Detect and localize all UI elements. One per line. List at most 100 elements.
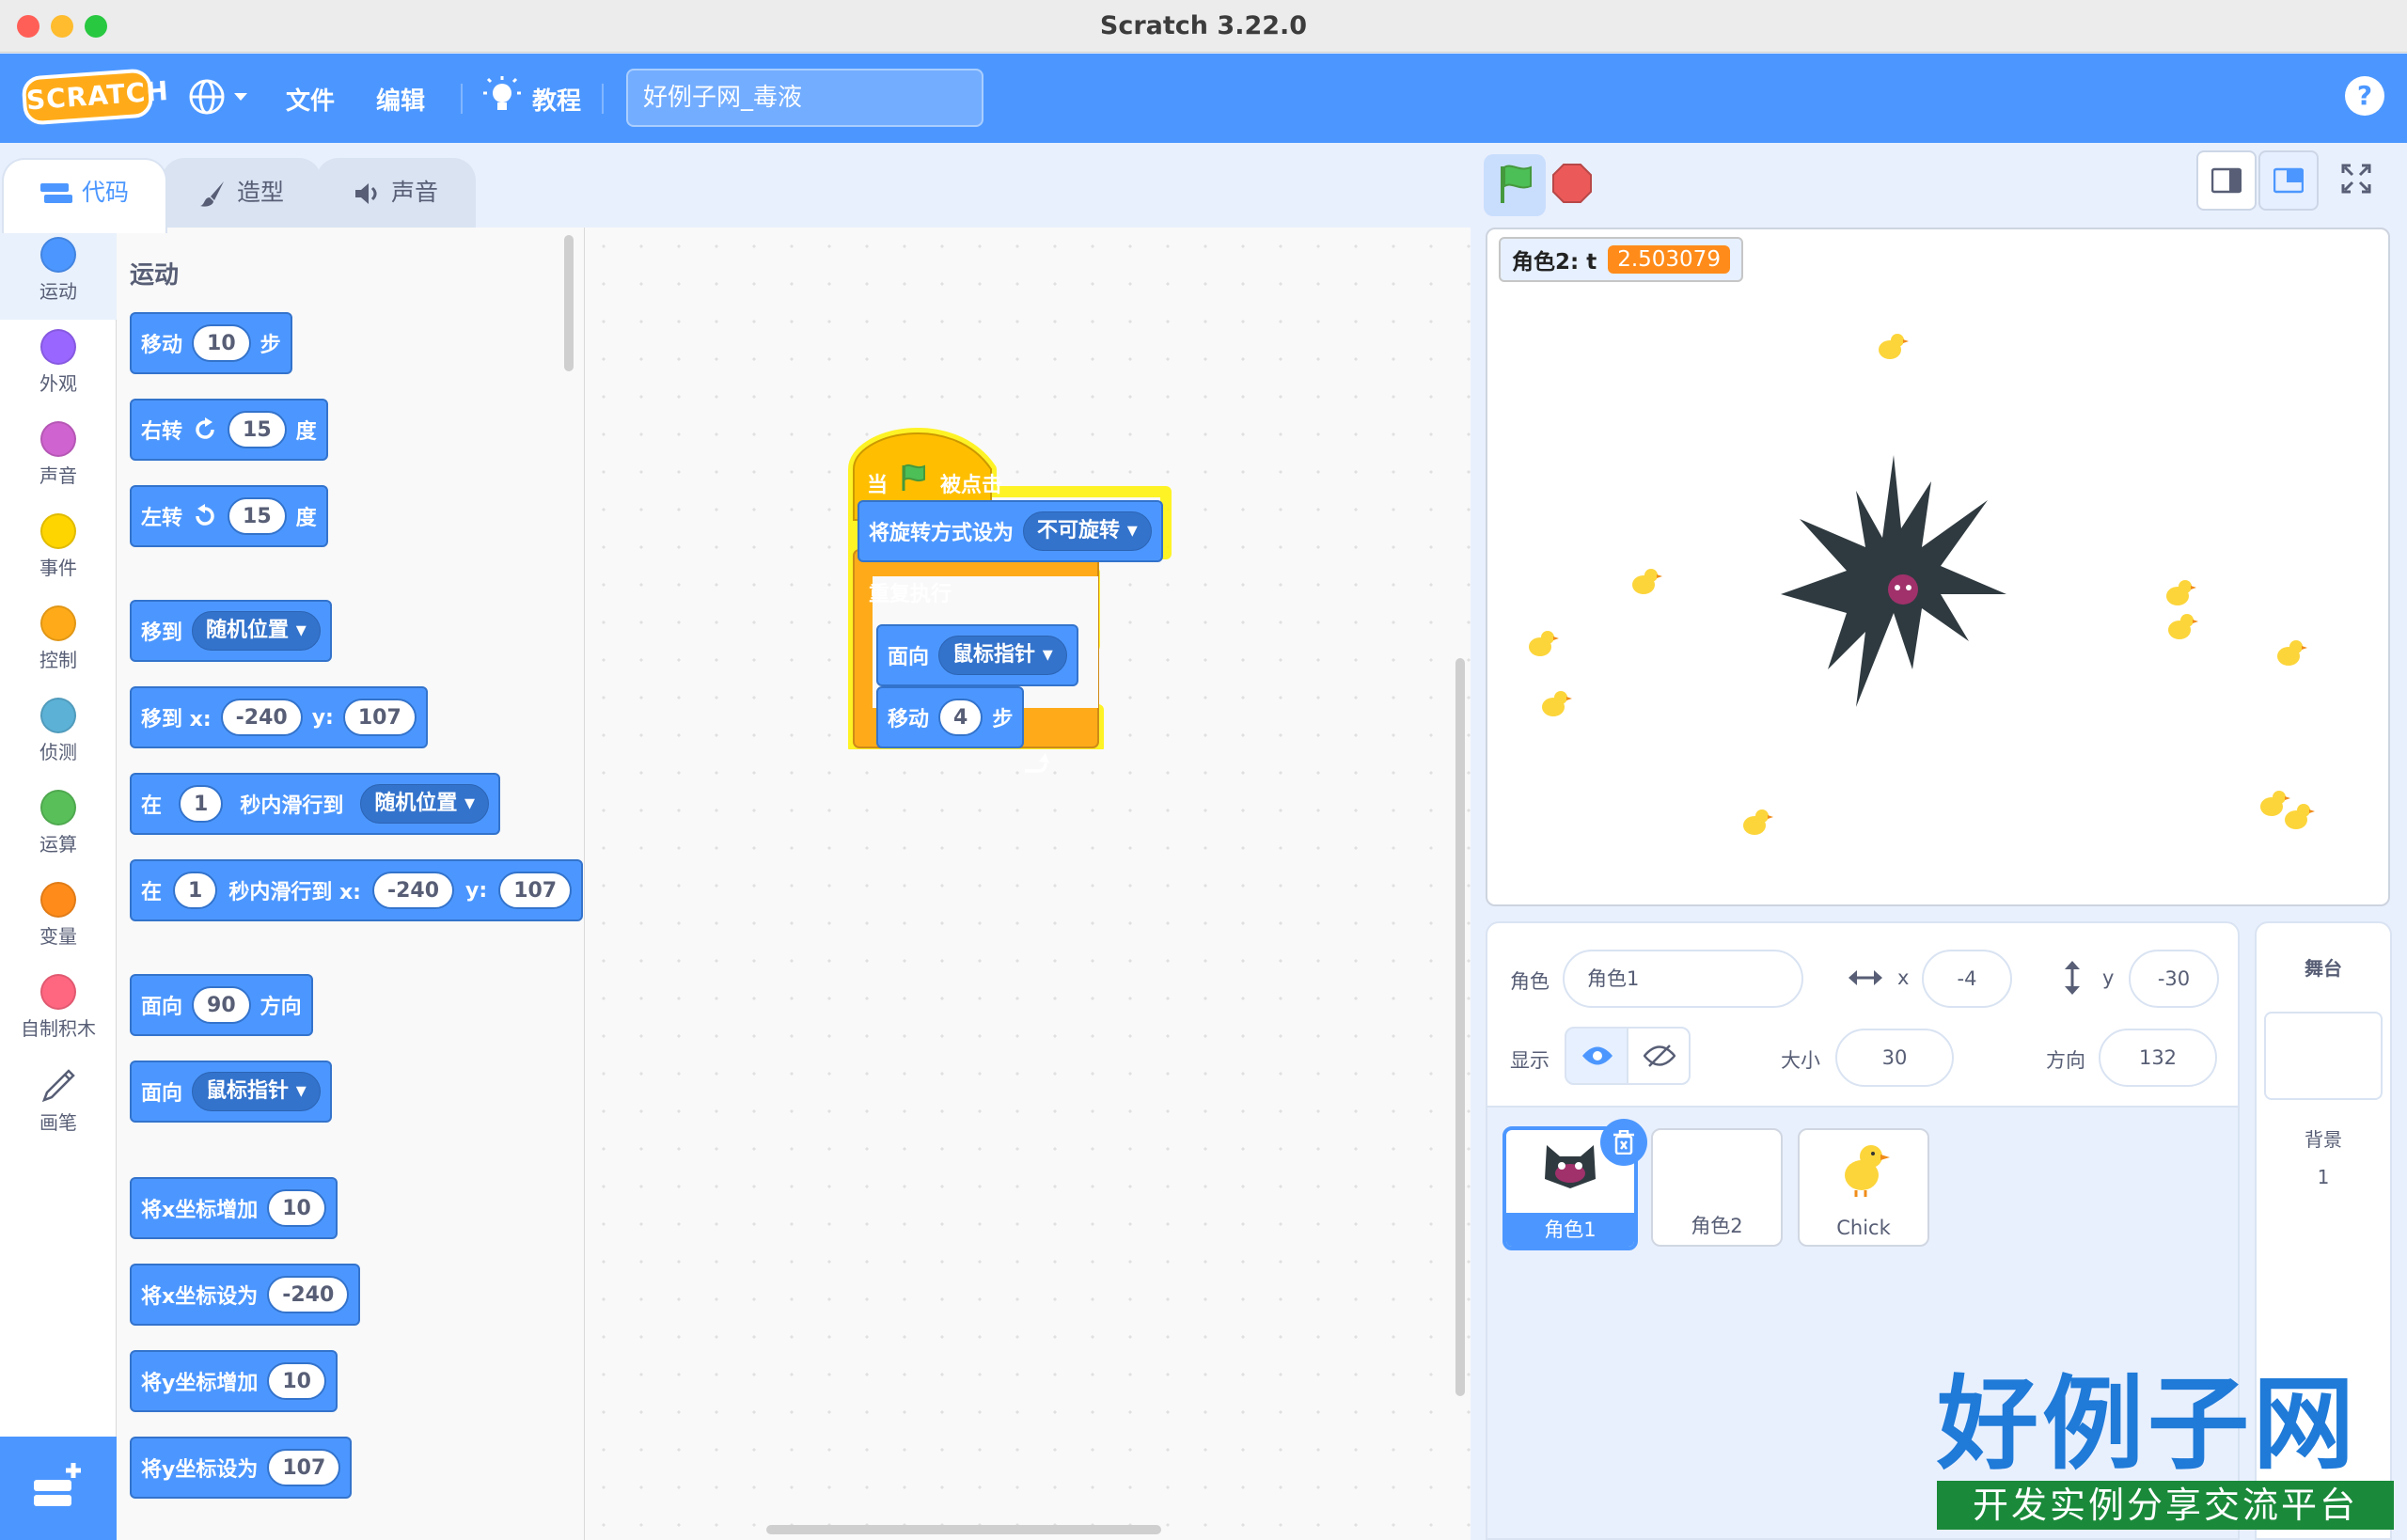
script-set-rotation-style[interactable]: 将旋转方式设为 不可旋转 ▾ — [857, 500, 1163, 562]
block-dropdown[interactable]: 鼠标指针 ▾ — [192, 1072, 321, 1111]
block-turn-right[interactable]: 右转 15 度 — [130, 399, 328, 461]
block-input[interactable]: -240 — [371, 872, 455, 909]
script-point-towards[interactable]: 面向 鼠标指针 ▾ — [876, 624, 1078, 686]
tab-costumes[interactable]: 造型 — [162, 158, 322, 233]
category-sensing[interactable]: 侦测 — [0, 688, 117, 780]
category-sound[interactable]: 声音 — [0, 412, 117, 504]
menu-separator — [602, 84, 604, 114]
add-extension-button[interactable] — [0, 1437, 117, 1540]
category-events[interactable]: 事件 — [0, 504, 117, 596]
block-turn-left[interactable]: 左转 15 度 — [130, 485, 328, 547]
category-variables[interactable]: 变量 — [0, 872, 117, 965]
backdrop-thumbnail[interactable] — [2264, 1012, 2383, 1100]
small-stage-button[interactable] — [2196, 150, 2257, 211]
palette-heading: 运动 — [130, 261, 180, 290]
block-input[interactable]: 107 — [342, 699, 417, 736]
block-set-x[interactable]: 将x坐标设为 -240 — [130, 1264, 361, 1326]
sprite-tile[interactable]: Chick — [1798, 1128, 1929, 1247]
script-workspace[interactable]: 当 被点击 将旋转方式设为不可旋转 ▾ 重复执行 面向鼠标指针 ▾ 移动4步 +… — [585, 228, 2014, 1540]
x-input[interactable]: -4 — [1922, 950, 2012, 1008]
block-glide-to-xy[interactable]: 在 1 秒内滑行到 x: -240 y: 107 — [130, 859, 584, 921]
block-input[interactable]: 107 — [498, 872, 573, 909]
monitor-value: 2.503079 — [1608, 245, 1730, 274]
tab-sounds[interactable]: 声音 — [316, 158, 476, 233]
sprite-name-input[interactable]: 角色1 — [1563, 950, 1803, 1008]
direction-input[interactable]: 132 — [2099, 1029, 2217, 1087]
category-dot — [40, 237, 76, 273]
project-title-input[interactable]: 好例子网_毒液 — [626, 69, 983, 127]
block-point-direction[interactable]: 面向 90 方向 — [130, 974, 313, 1036]
block-dropdown[interactable]: 不可旋转 ▾ — [1023, 511, 1152, 551]
category-operators[interactable]: 运算 — [0, 780, 117, 872]
chick-sprite[interactable] — [1871, 327, 1909, 365]
block-go-to[interactable]: 移到 随机位置 ▾ — [130, 600, 332, 662]
workspace-vertical-scrollbar[interactable] — [1455, 658, 1465, 1396]
block-input[interactable]: 15 — [228, 497, 287, 535]
help-button[interactable]: ? — [2345, 76, 2384, 116]
category-my-blocks[interactable]: 自制积木 — [0, 965, 117, 1057]
block-input[interactable]: 1 — [173, 872, 218, 909]
category-dot — [40, 698, 76, 733]
delete-sprite-button[interactable] — [1600, 1119, 1647, 1166]
block-move-steps[interactable]: 移动 10 步 — [130, 312, 292, 374]
chick-sprite[interactable] — [2159, 574, 2196, 611]
normal-stage-button[interactable] — [2258, 150, 2319, 211]
scratch-logo[interactable]: SCRATCH — [21, 68, 170, 126]
y-input[interactable]: -30 — [2129, 950, 2219, 1008]
hide-sprite-button[interactable] — [1627, 1027, 1691, 1085]
block-input[interactable]: 10 — [267, 1189, 326, 1227]
chick-sprite[interactable] — [2277, 797, 2315, 835]
block-input[interactable]: 10 — [267, 1362, 326, 1400]
category-control[interactable]: 控制 — [0, 596, 117, 688]
palette-scrollbar[interactable] — [564, 235, 574, 371]
category-dot — [40, 790, 76, 825]
category-pen[interactable]: 画笔 — [0, 1057, 117, 1149]
show-sprite-button[interactable] — [1565, 1027, 1628, 1085]
block-input[interactable]: 15 — [228, 411, 287, 448]
dropdown-value: 不可旋转 — [1037, 519, 1121, 542]
block-input[interactable]: 107 — [267, 1449, 341, 1486]
sprite-tile[interactable]: 角色2 — [1651, 1128, 1783, 1247]
block-change-y[interactable]: 将y坐标增加 10 — [130, 1350, 338, 1412]
block-input[interactable]: -240 — [267, 1276, 350, 1313]
block-dropdown[interactable]: 鼠标指针 ▾ — [938, 636, 1067, 675]
size-input[interactable]: 30 — [1835, 1029, 1954, 1087]
workspace-horizontal-scrollbar[interactable] — [766, 1525, 1161, 1534]
tab-code[interactable]: 代码 — [2, 158, 167, 233]
category-looks[interactable]: 外观 — [0, 320, 117, 412]
block-glide-to[interactable]: 在 1 秒内滑行到 随机位置 ▾ — [130, 773, 501, 835]
block-dropdown[interactable]: 随机位置 ▾ — [360, 784, 490, 824]
vertical-arrows-icon — [2065, 961, 2080, 995]
variable-monitor[interactable]: 角色2: t 2.503079 — [1499, 237, 1743, 282]
file-menu[interactable]: 文件 — [286, 82, 335, 117]
block-point-towards[interactable]: 面向 鼠标指针 ▾ — [130, 1061, 332, 1123]
chick-sprite[interactable] — [1534, 684, 1572, 722]
fullscreen-button[interactable] — [2328, 150, 2388, 211]
chick-sprite[interactable] — [2270, 634, 2307, 671]
language-menu[interactable] — [188, 76, 254, 118]
tutorials-label: 教程 — [532, 87, 582, 116]
edit-menu[interactable]: 编辑 — [376, 82, 425, 117]
chick-sprite[interactable] — [1736, 803, 1773, 841]
chick-sprite[interactable] — [1521, 624, 1559, 662]
block-go-to-xy[interactable]: 移到 x: -240 y: 107 — [130, 686, 428, 748]
chick-sprite[interactable] — [1625, 562, 1662, 600]
block-input[interactable]: 4 — [938, 699, 983, 736]
hat-label-when: 当 — [867, 474, 889, 497]
block-input[interactable]: 1 — [179, 785, 224, 823]
block-change-x[interactable]: 将x坐标增加 10 — [130, 1177, 338, 1239]
block-input[interactable]: 90 — [192, 986, 251, 1024]
block-input[interactable]: -240 — [220, 699, 303, 736]
block-dropdown[interactable]: 随机位置 ▾ — [192, 611, 321, 651]
tutorials-menu[interactable]: 教程 — [483, 76, 587, 121]
chick-sprite[interactable] — [2161, 607, 2198, 645]
green-flag-button[interactable] — [1484, 154, 1546, 216]
block-input[interactable]: 10 — [192, 324, 251, 362]
venom-sprite[interactable] — [1771, 444, 2016, 726]
script-move-steps[interactable]: 移动 4 步 — [876, 686, 1025, 748]
stop-button[interactable] — [1551, 163, 1593, 204]
stage-canvas[interactable]: 角色2: t 2.503079 — [1486, 228, 2390, 906]
block-set-y[interactable]: 将y坐标设为 107 — [130, 1437, 353, 1499]
fullscreen-icon — [2341, 164, 2371, 194]
category-motion[interactable]: 运动 — [0, 228, 117, 320]
